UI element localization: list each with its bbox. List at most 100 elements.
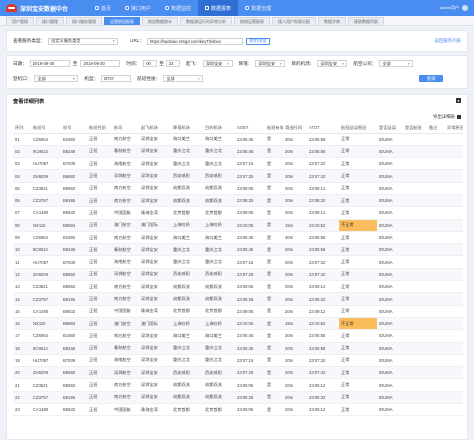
column-header[interactable]: 序列 xyxy=(13,123,31,134)
table-cell xyxy=(403,366,427,380)
search-button[interactable]: 查询 xyxy=(419,75,443,82)
service-type-value: 自定义服务类型 xyxy=(51,38,81,43)
table-row[interactable]: 16 NX110 B9684 正班 澳门航空 澳门国际 上海虹桥 上海虹桥 23:10:05 是 1… xyxy=(13,317,463,331)
hour-to-select[interactable]: 23 xyxy=(165,60,180,67)
table-row[interactable]: 05 CZ3621 B6963 正班 南方航空 深圳宝安 成都双流 成都双流 23:08:05 是… xyxy=(13,182,463,195)
column-header[interactable]: 备注 xyxy=(427,123,445,134)
table-row[interactable]: 17 CZ6064 B1660 正班 南方航空 深圳宝安 海口美兰 海口美兰 23:06:45 是… xyxy=(13,329,463,343)
table-row[interactable]: 19 HU7057 B7639 正班 海南航空 深圳宝安 重庆江北 重庆江北 23:07:15 是… xyxy=(13,354,463,368)
date-to-input[interactable]: 2019-09-30 xyxy=(80,60,121,67)
tab-2[interactable]: 接口服务管理 xyxy=(66,17,102,25)
table-row[interactable]: 20 ZH9209 B6692 正班 深圳航空 深圳宝安 西安咸阳 西安咸阳 23:07:25 是… xyxy=(13,366,463,380)
column-header[interactable]: 起飞机场 xyxy=(139,123,171,134)
table-row[interactable]: 03 HU7057 B7639 正班 海南航空 深圳宝安 重庆江北 重庆江北 23:07:15 是… xyxy=(13,157,463,171)
table-row[interactable]: 13 CZ3621 B6963 正班 南方航空 深圳宝安 成都双流 成都双流 23:08:05 是… xyxy=(13,280,463,294)
table-row[interactable]: 10 9C8613 B8346 正班 春秋航空 深圳宝安 重庆江北 重庆江北 23:06:45 是… xyxy=(13,243,463,257)
chevron-down-icon: ▼ xyxy=(341,61,345,66)
table-cell: 13 xyxy=(13,280,31,294)
url-input[interactable]: https://baobiao.szsgd.com/keyThisbox xyxy=(146,37,243,45)
takeoff-select[interactable]: 深圳宝安 ▼ xyxy=(202,60,233,67)
table-cell: 深圳宝安 xyxy=(139,255,171,269)
nav-item-3[interactable]: 数据报表 xyxy=(198,0,239,16)
user-menu[interactable]: admin用户 xyxy=(440,5,474,11)
column-header[interactable]: 目的机场 xyxy=(203,123,235,134)
tab-8[interactable]: 数据字典 xyxy=(318,17,346,25)
table-cell: 9C8613 xyxy=(31,145,61,159)
column-header[interactable]: ATOT xyxy=(307,123,339,134)
column-header[interactable]: 是否延误 xyxy=(377,123,403,134)
tab-9[interactable]: 接收数据列表 xyxy=(348,17,384,25)
column-header[interactable]: 滑出时间 xyxy=(283,123,307,134)
table-row[interactable]: 14 CZ3767 B6165 正班 南方航空 深圳宝安 成都双流 成都双流 23:08:25 是… xyxy=(13,292,463,306)
table-row[interactable]: 07 CA1480 B6632 正班 中国国航 珠海金湾 北京首都 北京首都 23:09:05 是… xyxy=(13,206,463,220)
model-input[interactable]: B737 xyxy=(101,75,132,82)
nav-item-2[interactable]: 数据监控 xyxy=(158,0,198,16)
date-from-input[interactable]: 2019-09-30 xyxy=(29,60,70,67)
column-header[interactable]: SOBT xyxy=(235,123,265,134)
column-header[interactable]: 降落机场 xyxy=(171,123,203,134)
table-row[interactable]: 11 HU7057 B7639 正班 海南航空 深圳宝安 重庆江北 重庆江北 23:07:15 是… xyxy=(13,255,463,269)
column-header[interactable]: 是否航班 xyxy=(403,123,427,134)
table-cell: 深圳宝安 xyxy=(139,280,171,294)
table-row[interactable]: 04 ZH9209 B6692 正班 深圳航空 深圳宝安 西安咸阳 西安咸阳 23:07:25 是… xyxy=(13,169,463,183)
table-cell: 是 xyxy=(265,403,283,417)
table-cell: 西安咸阳 xyxy=(171,169,203,183)
tab-7[interactable]: 接入用户权限分配 xyxy=(272,17,316,25)
table-cell: B6165 xyxy=(61,391,87,405)
column-header[interactable]: 航司 xyxy=(112,123,139,134)
column-header[interactable]: 航班性质 xyxy=(87,123,112,134)
landing-select[interactable]: 深圳宝安 ▼ xyxy=(255,60,286,67)
table-cell: 是 xyxy=(265,292,283,306)
column-header[interactable]: 异常原因 xyxy=(445,123,463,134)
table-cell: 南方航空 xyxy=(112,133,139,146)
test-call-button[interactable]: 调用测试 xyxy=(245,37,270,45)
table-row[interactable]: 23 CA1480 B6632 正班 中国国航 珠海金湾 北京首都 北京首都 23:09:05 是… xyxy=(13,403,463,417)
table-row[interactable]: 15 CA1480 B6632 正班 中国国航 珠海金湾 北京首都 北京首都 23:09:05 是… xyxy=(13,305,463,318)
nav-item-label: 数据监控 xyxy=(171,5,192,12)
table-cell: 20m xyxy=(283,403,307,417)
hour-from-select[interactable]: 00 xyxy=(143,60,158,67)
table-cell: 重庆江北 xyxy=(203,157,235,171)
table-cell xyxy=(427,255,445,269)
nature-select[interactable]: 全部 ▼ xyxy=(163,75,204,82)
column-header[interactable]: 航班延误原因 xyxy=(339,123,377,134)
table-cell: 西安咸阳 xyxy=(203,366,235,380)
tab-3[interactable]: 运营航班报表 xyxy=(104,17,140,25)
service-type-select[interactable]: 自定义服务类型 ▼ xyxy=(48,37,119,45)
table-row[interactable]: 21 CZ3621 B6963 正班 南方航空 深圳宝安 成都双流 成都双流 23:08:05 是… xyxy=(13,378,463,392)
user-name: admin用户 xyxy=(440,5,459,10)
nav-item-1[interactable]: 接口用户 xyxy=(118,0,158,16)
destination-select[interactable]: 深圳宝安 ▼ xyxy=(317,60,348,67)
export-button[interactable]: 导出详细表 xyxy=(433,114,461,120)
gate-select[interactable]: 全部 ▼ xyxy=(34,75,79,82)
table-cell: 23:08:32 xyxy=(307,391,339,405)
tab-4[interactable]: 航班数据统计 xyxy=(142,17,178,25)
tab-5[interactable]: 数据源运行时异常分析 xyxy=(180,17,232,25)
table-cell xyxy=(427,292,445,306)
table-row[interactable]: 09 CZ6064 B1660 正班 南方航空 深圳宝安 海口美兰 海口美兰 23:06:45 是… xyxy=(13,231,463,245)
tab-6[interactable]: 航线运营报表 xyxy=(234,17,270,25)
table-row[interactable]: 12 ZH9209 B6692 正班 深圳航空 深圳宝安 西安咸阳 西安咸阳 23:07:25 是… xyxy=(13,268,463,282)
table-row[interactable]: 18 9C8613 B8346 正班 春秋航空 深圳宝安 重庆江北 重庆江北 23:06:45 是… xyxy=(13,342,463,355)
table-cell: IDUMA xyxy=(377,366,403,380)
table-row[interactable]: 02 9C8613 B8346 正班 春秋航空 深圳宝安 重庆江北 重庆江北 23:06:45 是… xyxy=(13,145,463,159)
column-header[interactable]: 机号 xyxy=(61,123,87,134)
airline-select[interactable]: 全部 ▼ xyxy=(379,60,414,67)
back-to-list-link[interactable]: 返回服务列表 xyxy=(435,38,461,44)
tab-0[interactable]: 用户管理 xyxy=(6,17,34,25)
table-cell: 20m xyxy=(283,292,307,306)
tab-1[interactable]: 接口管理 xyxy=(36,17,64,25)
table-cell xyxy=(445,329,463,343)
table-row[interactable]: 06 CZ3767 B6165 正班 南方航空 深圳宝安 成都双流 成都双流 23:08:25 是… xyxy=(13,194,463,208)
column-header[interactable]: 航班号 xyxy=(31,123,61,134)
table-row[interactable]: 01 CZ6064 B1660 正班 南方航空 深圳宝安 海口美兰 海口美兰 23:06:45 是… xyxy=(13,133,463,146)
table-cell: 正班 xyxy=(87,206,112,220)
table-cell: 成都双流 xyxy=(203,194,235,208)
collapse-toggle-icon[interactable]: ▼ xyxy=(456,98,461,103)
table-row[interactable]: 22 CZ3767 B6165 正班 南方航空 深圳宝安 成都双流 成都双流 23:08:25 是… xyxy=(13,391,463,405)
column-header[interactable]: 航班有效 xyxy=(265,123,283,134)
nav-item-4[interactable]: 数据治理 xyxy=(238,0,278,16)
table-row[interactable]: 08 NX110 B9684 正班 澳门航空 澳门国际 上海虹桥 上海虹桥 23:10:05 是 1… xyxy=(13,219,463,232)
nav-item-0[interactable]: 首页 xyxy=(88,0,118,16)
brand[interactable]: 深圳宝安数据中台 xyxy=(0,4,88,13)
